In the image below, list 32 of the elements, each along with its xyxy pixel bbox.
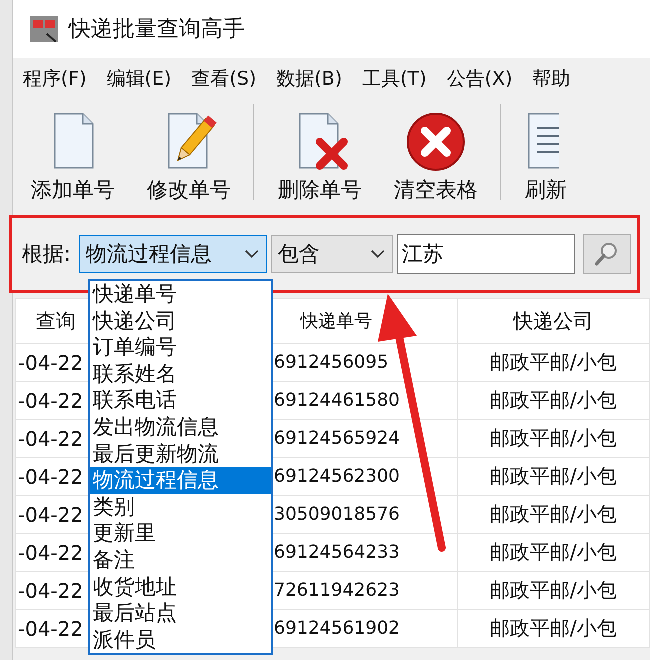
toolbar-button[interactable]: 清空表格 (384, 104, 488, 210)
menu-item[interactable]: 查看(S) (190, 64, 258, 94)
toolbar-button[interactable]: 添加单号 (21, 102, 125, 210)
table-cell: 邮政平邮/小包 (458, 344, 650, 382)
menu-item[interactable]: 数据(B) (274, 64, 344, 94)
keyword-field[interactable]: 江苏 (397, 234, 576, 274)
menu-item[interactable]: 程序(F) (21, 64, 89, 94)
window-title: 快递批量查询高手 (69, 16, 245, 44)
column-header[interactable]: 快递公司 (458, 298, 650, 344)
menu-item[interactable]: 帮助 (530, 64, 573, 94)
chevron-icon (370, 249, 386, 259)
toolbar-button[interactable]: 修改单号 (137, 102, 241, 210)
table-cell: 邮政平邮/小包 (458, 610, 650, 648)
clear-icon (406, 112, 466, 172)
dropdown-option[interactable]: 物流过程信息 (90, 467, 271, 494)
table-cell: 邮政平邮/小包 (458, 382, 650, 420)
toolbar-button[interactable]: 刷新 (515, 102, 577, 210)
table-cell: 邮政平邮/小包 (458, 496, 650, 534)
app-icon (29, 14, 59, 44)
filter-label: 根据: (22, 241, 72, 268)
table-cell: 邮政平邮/小包 (458, 458, 650, 496)
table-cell: 邮政平邮/小包 (458, 420, 650, 458)
menu-item[interactable]: 公告(X) (444, 64, 515, 94)
menu-item[interactable]: 工具(T) (360, 64, 429, 94)
table-cell: 邮政平邮/小包 (458, 534, 650, 572)
search-button[interactable] (583, 234, 632, 274)
toolbar-button[interactable]: 删除单号 (268, 102, 372, 210)
field-dropdown[interactable]: 物流过程信息 (79, 235, 268, 273)
operator-dropdown[interactable]: 包含 (271, 235, 394, 273)
chevron-icon (244, 249, 260, 259)
table-cell: 邮政平邮/小包 (458, 572, 650, 610)
menu-item[interactable]: 编辑(E) (104, 64, 174, 94)
